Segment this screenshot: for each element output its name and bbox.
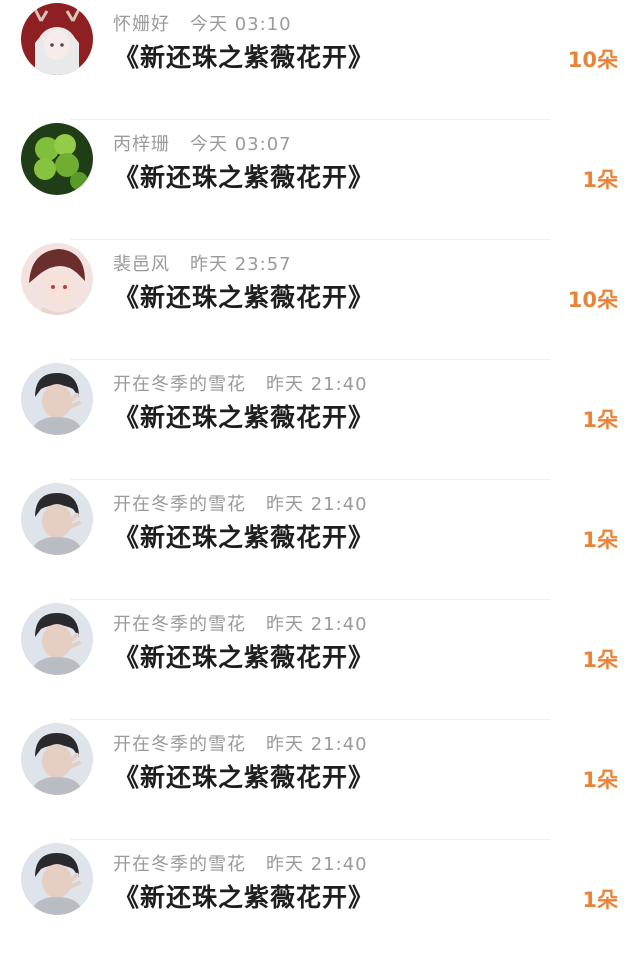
flower-count: 10朵	[567, 288, 618, 312]
avatar[interactable]	[21, 123, 93, 195]
avatar[interactable]	[21, 363, 93, 435]
flower-count: 1朵	[582, 528, 618, 552]
avatar[interactable]	[21, 843, 93, 915]
book-title[interactable]: 《新还珠之紫薇花开》	[114, 758, 374, 794]
flower-count: 1朵	[582, 768, 618, 792]
sender-info: 开在冬季的雪花 昨天 21:40	[113, 370, 368, 396]
list-item[interactable]: 丙梓珊 今天 03:07 《新还珠之紫薇花开》 1朵	[0, 120, 640, 240]
send-time: 今天 03:07	[190, 134, 292, 155]
gift-record-list: 怀姗好 今天 03:10 《新还珠之紫薇花开》 10朵 丙梓珊 今天 03:07 《…	[0, 0, 640, 958]
flower-count: 1朵	[582, 168, 618, 192]
send-time: 昨天 21:40	[266, 854, 368, 875]
avatar[interactable]	[21, 243, 93, 315]
list-item[interactable]: 开在冬季的雪花 昨天 21:40 《新还珠之紫薇花开》 1朵	[0, 840, 640, 960]
book-title[interactable]: 《新还珠之紫薇花开》	[114, 638, 374, 674]
list-item[interactable]: 开在冬季的雪花 昨天 21:40 《新还珠之紫薇花开》 1朵	[0, 720, 640, 840]
sender-name[interactable]: 开在冬季的雪花	[113, 614, 246, 635]
sender-name[interactable]: 裴邑风	[113, 254, 170, 275]
book-title[interactable]: 《新还珠之紫薇花开》	[114, 278, 374, 314]
sender-name[interactable]: 开在冬季的雪花	[113, 494, 246, 515]
sender-info: 开在冬季的雪花 昨天 21:40	[113, 850, 368, 876]
flower-count: 1朵	[582, 888, 618, 912]
send-time: 昨天 21:40	[266, 734, 368, 755]
book-title[interactable]: 《新还珠之紫薇花开》	[114, 398, 374, 434]
book-title[interactable]: 《新还珠之紫薇花开》	[114, 158, 374, 194]
sender-info: 怀姗好 今天 03:10	[113, 10, 292, 36]
sender-name[interactable]: 开在冬季的雪花	[113, 854, 246, 875]
sender-info: 开在冬季的雪花 昨天 21:40	[113, 610, 368, 636]
sender-name[interactable]: 怀姗好	[113, 14, 170, 35]
avatar[interactable]	[21, 723, 93, 795]
list-item[interactable]: 开在冬季的雪花 昨天 21:40 《新还珠之紫薇花开》 1朵	[0, 360, 640, 480]
sender-name[interactable]: 开在冬季的雪花	[113, 734, 246, 755]
flower-count: 1朵	[582, 408, 618, 432]
send-time: 昨天 23:57	[190, 254, 292, 275]
book-title[interactable]: 《新还珠之紫薇花开》	[114, 878, 374, 914]
sender-info: 开在冬季的雪花 昨天 21:40	[113, 730, 368, 756]
sender-info: 裴邑风 昨天 23:57	[113, 250, 292, 276]
list-item[interactable]: 开在冬季的雪花 昨天 21:40 《新还珠之紫薇花开》 1朵	[0, 480, 640, 600]
avatar[interactable]	[21, 483, 93, 555]
list-item[interactable]: 开在冬季的雪花 昨天 21:40 《新还珠之紫薇花开》 1朵	[0, 600, 640, 720]
book-title[interactable]: 《新还珠之紫薇花开》	[114, 518, 374, 554]
book-title[interactable]: 《新还珠之紫薇花开》	[114, 38, 374, 74]
send-time: 昨天 21:40	[266, 494, 368, 515]
avatar[interactable]	[21, 3, 93, 75]
list-item[interactable]: 裴邑风 昨天 23:57 《新还珠之紫薇花开》 10朵	[0, 240, 640, 360]
flower-count: 1朵	[582, 648, 618, 672]
flower-count: 10朵	[567, 48, 618, 72]
sender-name[interactable]: 开在冬季的雪花	[113, 374, 246, 395]
sender-name[interactable]: 丙梓珊	[113, 134, 170, 155]
send-time: 昨天 21:40	[266, 614, 368, 635]
sender-info: 开在冬季的雪花 昨天 21:40	[113, 490, 368, 516]
avatar[interactable]	[21, 603, 93, 675]
sender-info: 丙梓珊 今天 03:07	[113, 130, 292, 156]
send-time: 今天 03:10	[190, 14, 292, 35]
send-time: 昨天 21:40	[266, 374, 368, 395]
list-item[interactable]: 怀姗好 今天 03:10 《新还珠之紫薇花开》 10朵	[0, 0, 640, 120]
